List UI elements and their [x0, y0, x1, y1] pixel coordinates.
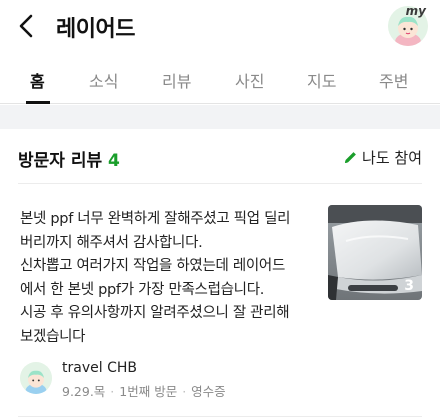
reviewer-avatar[interactable] — [20, 362, 52, 394]
pencil-icon — [345, 152, 356, 163]
review-line: 에서 한 본넷 ppf가 가장 만족스럽습니다. — [20, 281, 265, 298]
meta-separator: · — [110, 384, 115, 399]
tab-nearby[interactable]: 주변 — [379, 68, 408, 92]
photo-count: 3 — [404, 278, 414, 294]
review-meta: 9.29.목 · 1번째 방문 · 영수증 — [62, 381, 226, 400]
receipt-label: 영수증 — [191, 384, 226, 399]
reviewer-name[interactable]: travel CHB — [62, 360, 137, 376]
my-badge: my — [405, 4, 426, 18]
tab-photos[interactable]: 사진 — [235, 68, 264, 92]
reviews-title-label: 방문자 리뷰 — [18, 151, 103, 171]
tab-map[interactable]: 지도 — [307, 68, 336, 92]
tab-news[interactable]: 소식 — [89, 68, 118, 92]
review-line: 버리까지 해주셔서 감사합니다. — [20, 234, 203, 251]
active-tab-indicator — [26, 101, 50, 104]
visit-count: 1번째 방문 — [119, 384, 178, 399]
app-header: 레이어드 my — [0, 0, 440, 52]
review-line: 보겠습니다 — [20, 328, 86, 345]
review-line: 신차뽑고 여러가지 작업을 하였는데 레이어드 — [20, 258, 285, 275]
review-line: 시공 후 유의사항까지 알려주셨으니 잘 관리해 — [20, 305, 290, 322]
write-review-label: 나도 참여 — [362, 149, 422, 167]
meta-separator: · — [182, 384, 187, 399]
visit-date: 9.29.목 — [62, 384, 106, 399]
avatar-face-icon — [20, 362, 52, 394]
back-arrow-icon[interactable] — [14, 12, 40, 40]
review-count: 4 — [108, 151, 120, 171]
review-photo-thumbnail[interactable]: 3 — [328, 205, 422, 300]
write-review-button[interactable]: 나도 참여 — [343, 147, 422, 168]
reviews-section-title: 방문자 리뷰 4 — [18, 146, 120, 171]
review-body[interactable]: 본넷 ppf 너무 완벽하게 잘해주셨고 픽업 딜리 버리까지 해주셔서 감사합… — [20, 208, 320, 350]
tab-home[interactable]: 홈 — [30, 68, 45, 92]
page-title: 레이어드 — [56, 17, 135, 42]
divider — [18, 183, 422, 184]
review-line: 본넷 ppf 너무 완벽하게 잘해주셨고 픽업 딜리 — [20, 211, 291, 227]
divider — [18, 416, 422, 417]
tab-reviews[interactable]: 리뷰 — [162, 68, 191, 92]
section-separator — [0, 105, 440, 129]
tab-bar: 홈 소식 리뷰 사진 지도 주변 — [0, 60, 440, 104]
